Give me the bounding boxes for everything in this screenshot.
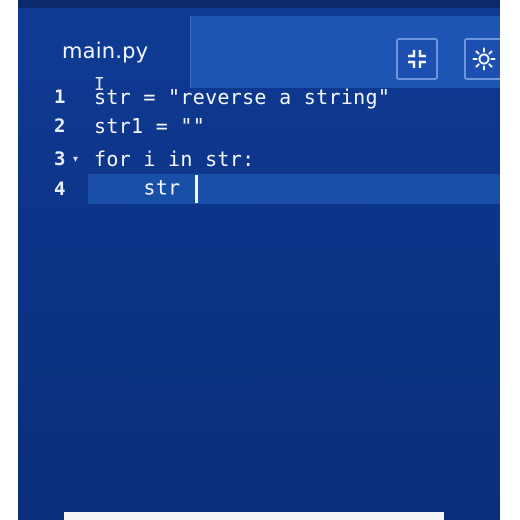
collapse-button[interactable] bbox=[396, 38, 438, 80]
tab-main-py[interactable]: main.py bbox=[38, 16, 188, 86]
fold-arrow-icon[interactable]: ▾ bbox=[73, 154, 78, 165]
code-editor-screen: main.py 1 str = "reverse a string" I 2 s… bbox=[18, 0, 500, 520]
toolbar-area bbox=[190, 16, 500, 88]
code-text[interactable]: str = "reverse a string" bbox=[94, 85, 390, 109]
tab-bar: main.py bbox=[18, 8, 500, 88]
photo-frame: main.py 1 str = "reverse a string" I 2 s… bbox=[0, 0, 520, 520]
line-number: 1 bbox=[54, 86, 66, 108]
code-text: str bbox=[94, 175, 193, 200]
code-line-1[interactable]: 1 str = "reverse a string" I bbox=[18, 74, 500, 112]
code-line-2[interactable]: 2 str1 = "" bbox=[18, 111, 500, 141]
code-text[interactable]: for i in str: bbox=[94, 147, 254, 171]
theme-toggle-button[interactable] bbox=[464, 38, 500, 80]
sun-icon bbox=[472, 47, 496, 71]
collapse-icon bbox=[405, 47, 429, 71]
tab-label: main.py bbox=[62, 39, 149, 63]
text-caret bbox=[194, 175, 198, 203]
screen-top-edge bbox=[18, 0, 500, 8]
code-editor[interactable]: 1 str = "reverse a string" I 2 str1 = ""… bbox=[18, 74, 500, 520]
line-number: 2 bbox=[54, 115, 66, 137]
code-text[interactable]: str1 = "" bbox=[94, 114, 205, 138]
mouse-ibeam-cursor-icon: I bbox=[94, 74, 105, 95]
photo-border-right bbox=[500, 0, 520, 520]
code-line-4-content[interactable]: str bbox=[18, 174, 500, 204]
code-line-3[interactable]: 3 ▾ for i in str: bbox=[18, 144, 500, 174]
code-text-with-caret[interactable]: str bbox=[94, 175, 198, 203]
photo-border-left bbox=[0, 0, 18, 520]
bottom-light-strip bbox=[64, 512, 444, 520]
